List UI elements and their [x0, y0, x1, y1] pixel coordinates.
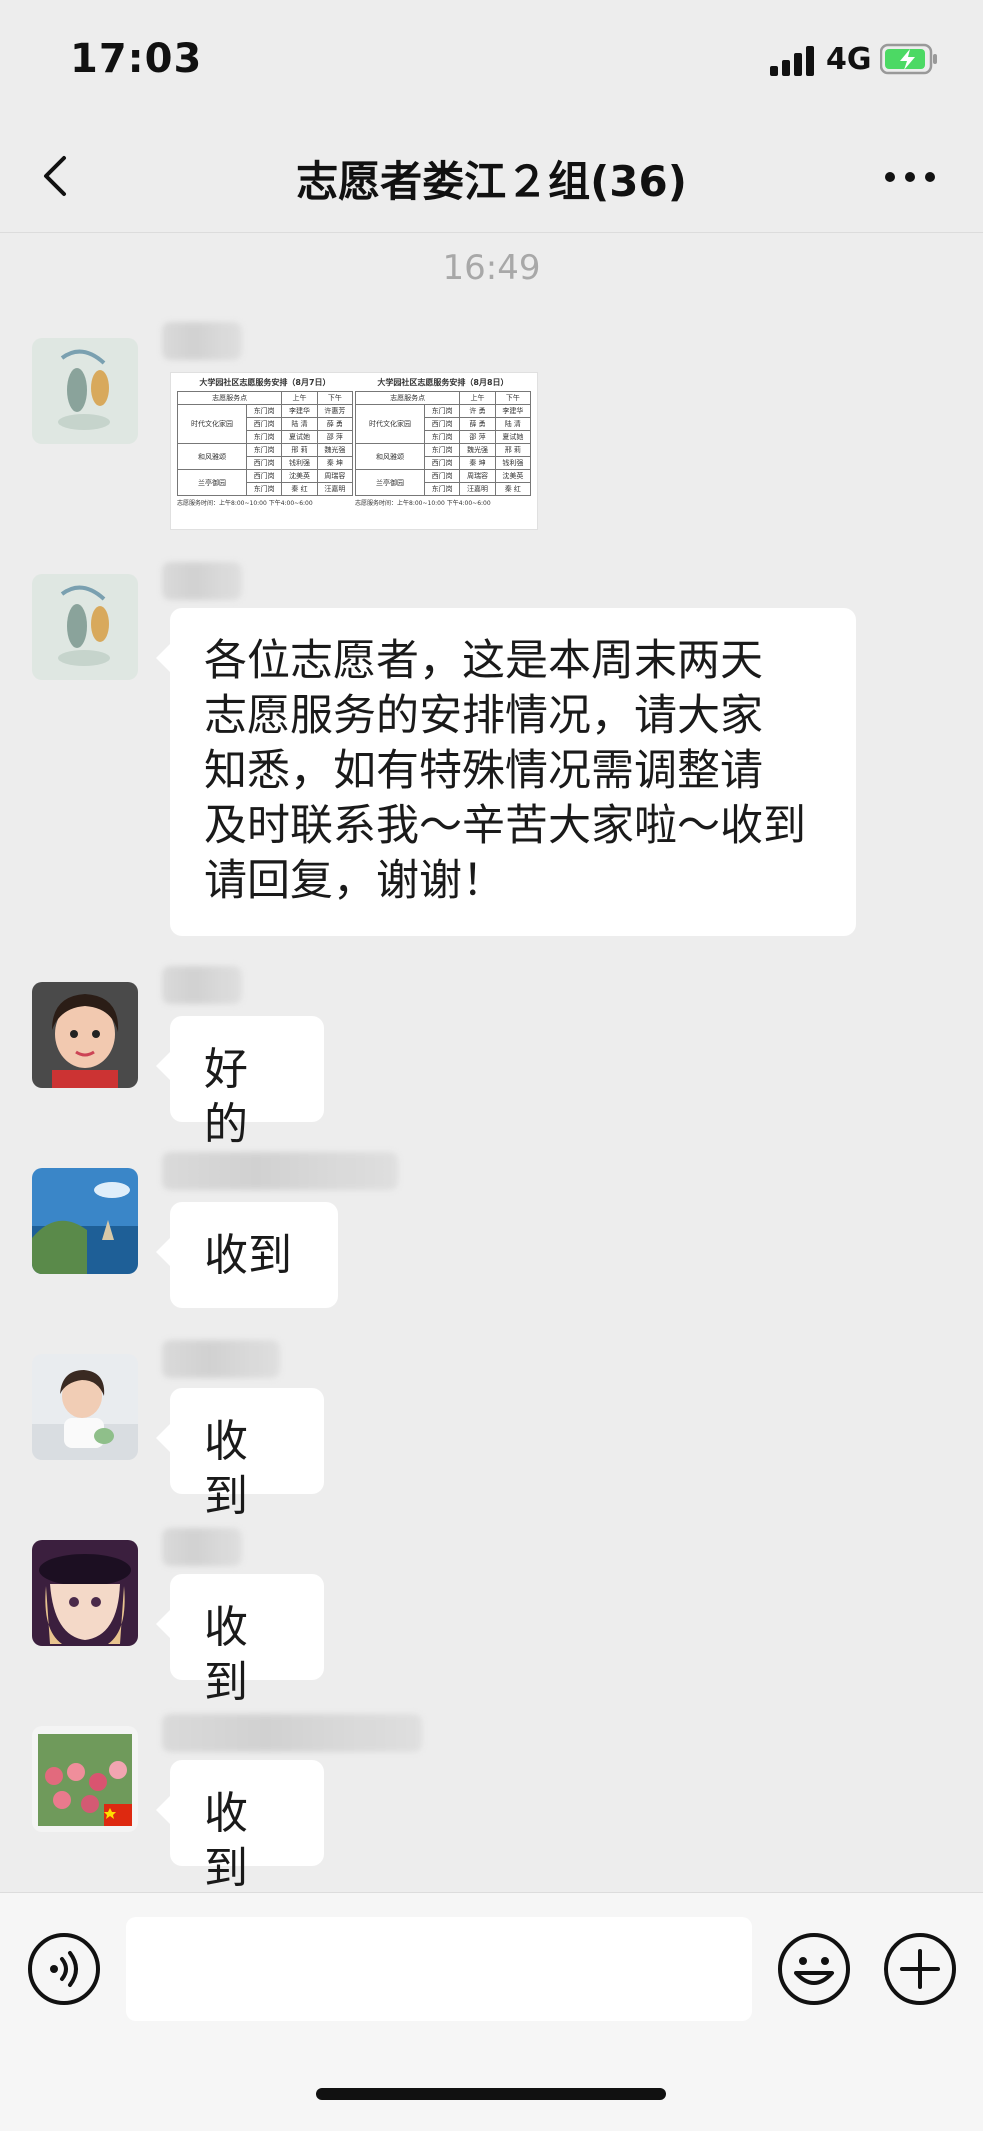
message-bubble[interactable]: 收到 — [156, 1574, 324, 1708]
table-cell: 秦 红 — [281, 482, 318, 496]
avatar[interactable] — [32, 982, 138, 1088]
emoji-icon[interactable] — [776, 1931, 852, 2007]
table-cell: 东门岗 — [424, 443, 461, 457]
table-cell: 时代文化家园 — [176, 404, 248, 444]
table-cell: 西门岗 — [246, 417, 283, 431]
table-cell: 东门岗 — [424, 482, 461, 496]
sender-name — [162, 1340, 280, 1378]
table-cell: 东门岗 — [246, 482, 283, 496]
avatar[interactable] — [32, 574, 138, 680]
table-cell: 陆 清 — [494, 417, 532, 431]
table-cell: 邵 萍 — [316, 430, 354, 444]
table-cell: 西门岗 — [424, 456, 461, 470]
table-cell: 李建华 — [494, 404, 532, 418]
table-cell: 魏光强 — [316, 443, 354, 457]
table-cell: 周瑞容 — [459, 469, 496, 483]
table-cell: 时代文化家园 — [354, 404, 426, 444]
table-cell: 上午 — [281, 391, 318, 405]
message-bubble[interactable]: 收到 — [156, 1388, 324, 1522]
message-bubble[interactable]: 收到 — [156, 1760, 324, 1894]
table-cell: 和风雅颂 — [354, 443, 426, 470]
table-cell: 沈美英 — [494, 469, 532, 483]
schedule-table-title: 大学园社区志愿服务安排（8月7日） — [199, 378, 331, 387]
table-cell: 钱利强 — [281, 456, 318, 470]
table-cell: 西门岗 — [424, 417, 461, 431]
schedule-image[interactable]: 大学园社区志愿服务安排（8月7日） 志愿服务点 上午 下午 时代文化家园 东门岗 李建华… — [170, 372, 538, 530]
message-input[interactable] — [126, 1917, 752, 2021]
chat-header: 志愿者娄江２组(36) — [0, 120, 983, 233]
table-cell: 秦 红 — [494, 482, 532, 496]
table-cell: 西门岗 — [246, 469, 283, 483]
table-cell: 秦 坤 — [316, 456, 354, 470]
table-cell: 东门岗 — [246, 404, 283, 418]
message-bubble[interactable]: 收到 — [156, 1202, 338, 1308]
table-cell: 秦 坤 — [459, 456, 496, 470]
message-bubble[interactable]: 各位志愿者，这是本周末两天 志愿服务的安排情况，请大家 知悉，如有特殊情况需调整… — [156, 608, 856, 936]
table-cell: 魏光强 — [459, 443, 496, 457]
sender-name — [162, 322, 242, 360]
table-cell: 钱利强 — [494, 456, 532, 470]
table-cell: 下午 — [494, 391, 532, 405]
message-bubble[interactable]: 好的 — [156, 1016, 324, 1150]
chat-title[interactable]: 志愿者娄江２组(36) — [0, 148, 983, 209]
battery-icon — [880, 43, 937, 75]
avatar[interactable] — [32, 338, 138, 444]
voice-icon[interactable] — [26, 1931, 102, 2007]
table-cell: 薛 勇 — [316, 417, 354, 431]
table-cell: 汪嘉明 — [316, 482, 354, 496]
table-cell: 沈美英 — [281, 469, 318, 483]
schedule-table-footer: 志愿服务时间：上午8:00~10:00 下午4:00~6:00 — [177, 500, 313, 507]
table-cell: 志愿服务点 — [354, 391, 461, 405]
status-time: 17:03 — [70, 36, 203, 82]
table-cell: 东门岗 — [246, 443, 283, 457]
add-icon[interactable] — [882, 1931, 958, 2007]
table-cell: 志愿服务点 — [176, 391, 283, 405]
table-cell: 汪嘉明 — [459, 482, 496, 496]
avatar[interactable] — [32, 1354, 138, 1460]
message-timestamp: 16:49 — [442, 248, 541, 288]
table-cell: 邢 莉 — [281, 443, 318, 457]
table-cell: 薛 勇 — [459, 417, 496, 431]
more-icon[interactable] — [870, 144, 950, 208]
table-cell: 东门岗 — [424, 430, 461, 444]
avatar[interactable] — [32, 1540, 138, 1646]
sender-name — [162, 562, 242, 600]
table-cell: 兰亭御园 — [176, 469, 248, 496]
status-bar: 17:03 4G — [0, 0, 983, 120]
table-cell: 邢 莉 — [494, 443, 532, 457]
table-cell: 许惠芳 — [316, 404, 354, 418]
table-cell: 上午 — [459, 391, 496, 405]
schedule-table-footer: 志愿服务时间：上午8:00~10:00 下午4:00~6:00 — [355, 500, 491, 507]
table-cell: 许 勇 — [459, 404, 496, 418]
signal-icon — [770, 44, 816, 76]
table-cell: 东门岗 — [246, 430, 283, 444]
table-cell: 夏试她 — [494, 430, 532, 444]
table-cell: 东门岗 — [424, 404, 461, 418]
sender-name — [162, 966, 242, 1004]
table-cell: 邵 萍 — [459, 430, 496, 444]
avatar[interactable] — [32, 1726, 138, 1832]
schedule-table-day1: 大学园社区志愿服务安排（8月7日） 志愿服务点 上午 下午 时代文化家园 东门岗 李建华… — [176, 377, 354, 510]
table-cell: 陆 清 — [281, 417, 318, 431]
table-cell: 兰亭御园 — [354, 469, 426, 496]
sender-name — [162, 1528, 242, 1566]
table-cell: 李建华 — [281, 404, 318, 418]
sender-name — [162, 1152, 398, 1190]
schedule-table-title: 大学园社区志愿服务安排（8月8日） — [377, 378, 509, 387]
home-indicator[interactable] — [316, 2088, 666, 2100]
table-cell: 周瑞容 — [316, 469, 354, 483]
sender-name — [162, 1714, 422, 1752]
table-cell: 下午 — [316, 391, 354, 405]
avatar[interactable] — [32, 1168, 138, 1274]
table-cell: 西门岗 — [424, 469, 461, 483]
table-cell: 和风雅颂 — [176, 443, 248, 470]
network-type: 4G — [826, 42, 872, 77]
table-cell: 夏试她 — [281, 430, 318, 444]
schedule-table-day2: 大学园社区志愿服务安排（8月8日） 志愿服务点 上午 下午 时代文化家园 东门岗许 勇… — [354, 377, 532, 510]
table-cell: 西门岗 — [246, 456, 283, 470]
